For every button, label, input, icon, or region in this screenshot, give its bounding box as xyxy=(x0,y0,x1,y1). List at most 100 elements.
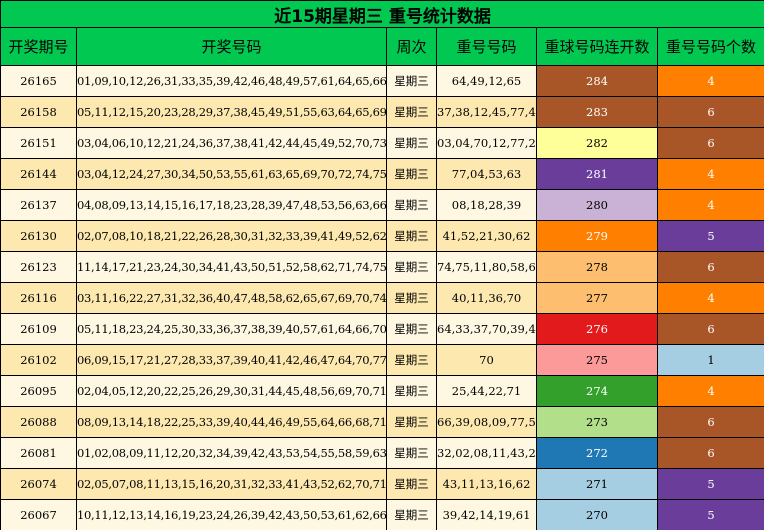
table-body: 26165 01,09,10,12,26,31,33,35,39,42,46,48… xyxy=(0,65,764,530)
numbers-cell: 03,04,06,10,12,21,24,36,37,38,41,42,44,4… xyxy=(76,127,387,159)
week-cell: 星期三 xyxy=(386,282,437,314)
repeat-count-cell: 4 xyxy=(656,282,764,314)
numbers-cell: 02,05,07,08,11,13,15,16,20,31,32,33,41,4… xyxy=(76,468,387,500)
table-row: 26165 01,09,10,12,26,31,33,35,39,42,46,48… xyxy=(0,65,764,97)
period-cell: 26158 xyxy=(0,96,77,128)
repeat-numbers-cell: 25,44,22,71 xyxy=(436,375,537,407)
repeat-count-cell: 5 xyxy=(656,220,764,252)
streak-cell: 274 xyxy=(536,375,658,407)
week-cell: 星期三 xyxy=(386,313,437,345)
table-row: 26130 02,07,08,10,18,21,22,26,28,30,31,32… xyxy=(0,220,764,252)
repeat-numbers-cell: 77,04,53,63 xyxy=(436,158,537,190)
numbers-cell: 02,04,05,12,20,22,25,26,29,30,31,44,45,4… xyxy=(76,375,387,407)
period-cell: 26088 xyxy=(0,406,77,438)
header-numbers: 开奖号码 xyxy=(76,27,387,66)
repeat-numbers-cell: 64,33,37,70,39,40 xyxy=(436,313,537,345)
streak-cell: 280 xyxy=(536,189,658,221)
repeat-count-cell: 6 xyxy=(656,313,764,345)
numbers-cell: 03,11,16,22,27,31,32,36,40,47,48,58,62,6… xyxy=(76,282,387,314)
period-cell: 26081 xyxy=(0,437,77,469)
period-cell: 26067 xyxy=(0,499,77,530)
week-cell: 星期三 xyxy=(386,499,437,530)
table-row: 26095 02,04,05,12,20,22,25,26,29,30,31,44… xyxy=(0,375,764,407)
repeat-count-cell: 6 xyxy=(656,251,764,283)
numbers-cell: 06,09,15,17,21,27,28,33,37,39,40,41,42,4… xyxy=(76,344,387,376)
period-cell: 26137 xyxy=(0,189,77,221)
repeat-stats-table: 近15期星期三 重号统计数据 开奖期号 开奖号码 周次 重号号码 重球号码连开数… xyxy=(0,0,764,530)
week-cell: 星期三 xyxy=(386,375,437,407)
numbers-cell: 05,11,18,23,24,25,30,33,36,37,38,39,40,5… xyxy=(76,313,387,345)
streak-cell: 284 xyxy=(536,65,658,97)
repeat-numbers-cell: 32,02,08,11,43,20 xyxy=(436,437,537,469)
streak-cell: 270 xyxy=(536,499,658,530)
table-row: 26123 11,14,17,21,23,24,30,34,41,43,50,51… xyxy=(0,251,764,283)
repeat-numbers-cell: 66,39,08,09,77,55 xyxy=(436,406,537,438)
streak-cell: 282 xyxy=(536,127,658,159)
streak-cell: 278 xyxy=(536,251,658,283)
week-cell: 星期三 xyxy=(386,158,437,190)
repeat-numbers-cell: 74,75,11,80,58,62 xyxy=(436,251,537,283)
streak-cell: 271 xyxy=(536,468,658,500)
repeat-numbers-cell: 37,38,12,45,77,49 xyxy=(436,96,537,128)
week-cell: 星期三 xyxy=(386,65,437,97)
table-row: 26151 03,04,06,10,12,21,24,36,37,38,41,42… xyxy=(0,127,764,159)
period-cell: 26074 xyxy=(0,468,77,500)
title-row: 近15期星期三 重号统计数据 xyxy=(0,0,764,28)
numbers-cell: 10,11,12,13,14,16,19,23,24,26,39,42,43,5… xyxy=(76,499,387,530)
table-row: 26158 05,11,12,15,20,23,28,29,37,38,45,49… xyxy=(0,96,764,128)
repeat-count-cell: 1 xyxy=(656,344,764,376)
streak-cell: 279 xyxy=(536,220,658,252)
streak-cell: 281 xyxy=(536,158,658,190)
repeat-numbers-cell: 43,11,13,16,62 xyxy=(436,468,537,500)
table-row: 26081 01,02,08,09,11,12,20,32,34,39,42,43… xyxy=(0,437,764,469)
repeat-count-cell: 5 xyxy=(656,499,764,530)
numbers-cell: 01,02,08,09,11,12,20,32,34,39,42,43,53,5… xyxy=(76,437,387,469)
week-cell: 星期三 xyxy=(386,344,437,376)
repeat-count-cell: 6 xyxy=(656,406,764,438)
week-cell: 星期三 xyxy=(386,220,437,252)
period-cell: 26095 xyxy=(0,375,77,407)
week-cell: 星期三 xyxy=(386,251,437,283)
numbers-cell: 03,04,12,24,27,30,34,50,53,55,61,63,65,6… xyxy=(76,158,387,190)
table-row: 26067 10,11,12,13,14,16,19,23,24,26,39,42… xyxy=(0,499,764,530)
period-cell: 26102 xyxy=(0,344,77,376)
repeat-count-cell: 6 xyxy=(656,127,764,159)
week-cell: 星期三 xyxy=(386,96,437,128)
period-cell: 26165 xyxy=(0,65,77,97)
numbers-cell: 11,14,17,21,23,24,30,34,41,43,50,51,52,5… xyxy=(76,251,387,283)
numbers-cell: 02,07,08,10,18,21,22,26,28,30,31,32,33,3… xyxy=(76,220,387,252)
repeat-numbers-cell: 03,04,70,12,77,24 xyxy=(436,127,537,159)
period-cell: 26130 xyxy=(0,220,77,252)
numbers-cell: 01,09,10,12,26,31,33,35,39,42,46,48,49,5… xyxy=(76,65,387,97)
repeat-count-cell: 4 xyxy=(656,65,764,97)
repeat-count-cell: 6 xyxy=(656,437,764,469)
repeat-numbers-cell: 40,11,36,70 xyxy=(436,282,537,314)
header-streak: 重球号码连开数 xyxy=(536,27,658,66)
streak-cell: 273 xyxy=(536,406,658,438)
table-row: 26074 02,05,07,08,11,13,15,16,20,31,32,33… xyxy=(0,468,764,500)
week-cell: 星期三 xyxy=(386,468,437,500)
period-cell: 26109 xyxy=(0,313,77,345)
repeat-numbers-cell: 70 xyxy=(436,344,537,376)
week-cell: 星期三 xyxy=(386,437,437,469)
table-row: 26116 03,11,16,22,27,31,32,36,40,47,48,58… xyxy=(0,282,764,314)
streak-cell: 272 xyxy=(536,437,658,469)
streak-cell: 277 xyxy=(536,282,658,314)
table-row: 26102 06,09,15,17,21,27,28,33,37,39,40,41… xyxy=(0,344,764,376)
header-repeat: 重号号码 xyxy=(436,27,537,66)
period-cell: 26116 xyxy=(0,282,77,314)
numbers-cell: 04,08,09,13,14,15,16,17,18,23,28,39,47,4… xyxy=(76,189,387,221)
table-row: 26088 08,09,13,14,18,22,25,33,39,40,44,46… xyxy=(0,406,764,438)
streak-cell: 276 xyxy=(536,313,658,345)
numbers-cell: 05,11,12,15,20,23,28,29,37,38,45,49,51,5… xyxy=(76,96,387,128)
repeat-numbers-cell: 41,52,21,30,62 xyxy=(436,220,537,252)
repeat-numbers-cell: 39,42,14,19,61 xyxy=(436,499,537,530)
table-row: 26109 05,11,18,23,24,25,30,33,36,37,38,39… xyxy=(0,313,764,345)
table-title: 近15期星期三 重号统计数据 xyxy=(0,0,764,28)
period-cell: 26144 xyxy=(0,158,77,190)
period-cell: 26123 xyxy=(0,251,77,283)
period-cell: 26151 xyxy=(0,127,77,159)
numbers-cell: 08,09,13,14,18,22,25,33,39,40,44,46,49,5… xyxy=(76,406,387,438)
header-period: 开奖期号 xyxy=(0,27,77,66)
week-cell: 星期三 xyxy=(386,127,437,159)
